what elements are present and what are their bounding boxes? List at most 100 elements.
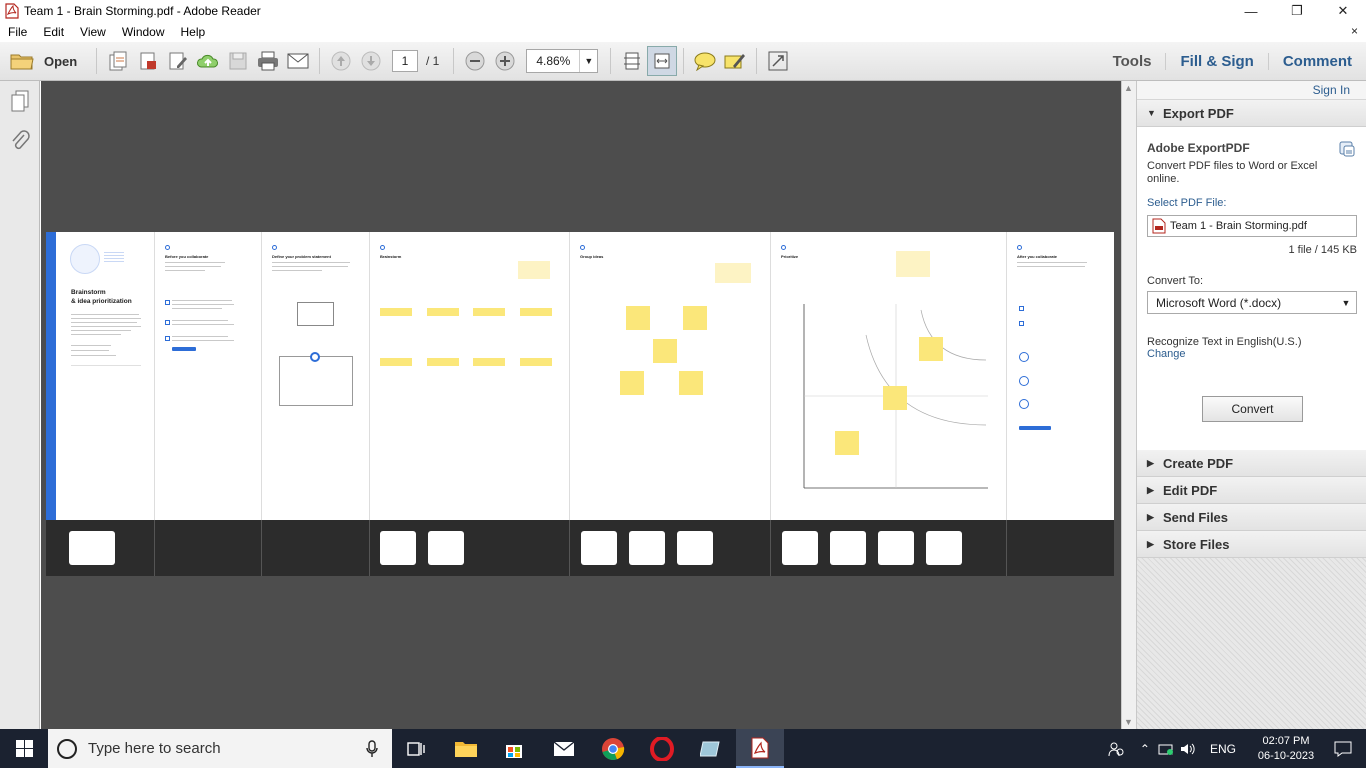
maximize-button[interactable]: ❐ xyxy=(1274,0,1320,22)
microphone-icon[interactable] xyxy=(366,739,378,758)
network-icon[interactable] xyxy=(1158,742,1174,756)
close-document-button[interactable]: × xyxy=(1351,24,1358,38)
selected-file-name: Team 1 - Brain Storming.pdf xyxy=(1170,220,1307,232)
toolbar-separator xyxy=(683,48,685,74)
selected-file-field[interactable]: Team 1 - Brain Storming.pdf xyxy=(1147,215,1357,237)
lightbulb-icon xyxy=(310,352,320,362)
step-dot xyxy=(165,245,170,250)
language-indicator[interactable]: ENG xyxy=(1210,742,1236,756)
printer-icon xyxy=(258,51,278,71)
next-page-button[interactable] xyxy=(356,46,386,76)
highlight-button[interactable] xyxy=(720,46,750,76)
close-button[interactable]: ✕ xyxy=(1320,0,1366,22)
scroll-down-icon[interactable]: ▼ xyxy=(1124,717,1133,727)
footer-thumbnail xyxy=(878,531,914,565)
intro-title-line2: & idea prioritization xyxy=(71,298,132,305)
sticky-note xyxy=(427,308,459,316)
triangle-down-icon: ▼ xyxy=(1147,108,1156,118)
edit-document-button[interactable] xyxy=(163,46,193,76)
store-button[interactable] xyxy=(490,729,538,768)
edit-pdf-header[interactable]: ▶ Edit PDF xyxy=(1137,477,1366,504)
checkbox-graphic xyxy=(165,300,170,305)
text-line xyxy=(172,324,234,325)
menu-file[interactable]: File xyxy=(0,25,35,39)
document-view[interactable]: Brainstorm & idea prioritization Before … xyxy=(41,81,1121,729)
opera-button[interactable] xyxy=(638,729,686,768)
divider xyxy=(71,365,141,366)
fill-sign-pane-button[interactable]: Fill & Sign xyxy=(1165,53,1267,70)
create-pdf-header[interactable]: ▶ Create PDF xyxy=(1137,450,1366,477)
text-line xyxy=(172,308,222,309)
start-button[interactable] xyxy=(0,729,48,768)
text-line xyxy=(71,345,111,346)
sign-in-link[interactable]: Sign In xyxy=(1313,83,1350,97)
divider xyxy=(154,520,155,576)
triangle-right-icon: ▶ xyxy=(1147,538,1154,549)
sticky-note-button[interactable] xyxy=(690,46,720,76)
upload-button[interactable] xyxy=(193,46,223,76)
print-button[interactable] xyxy=(253,46,283,76)
footer-thumbnail xyxy=(782,531,818,565)
file-info: 1 file / 145 KB xyxy=(1288,244,1358,256)
create-pdf-button[interactable] xyxy=(103,46,133,76)
menu-help[interactable]: Help xyxy=(173,25,214,39)
export-service-icon[interactable] xyxy=(1339,141,1355,157)
footer-thumbnail xyxy=(581,531,617,565)
send-files-header[interactable]: ▶ Send Files xyxy=(1137,504,1366,531)
minimize-button[interactable]: — xyxy=(1228,0,1274,22)
pdf-convert-icon xyxy=(140,52,156,70)
brainstorm-logo-icon xyxy=(70,244,100,274)
store-files-header[interactable]: ▶ Store Files xyxy=(1137,531,1366,558)
page-number-input[interactable]: 1 xyxy=(392,50,418,72)
change-language-link[interactable]: Change xyxy=(1147,348,1186,360)
attachments-button[interactable] xyxy=(0,121,40,161)
scroll-up-icon[interactable]: ▲ xyxy=(1124,83,1133,93)
footer-thumbnail xyxy=(69,531,115,565)
previous-page-button[interactable] xyxy=(326,46,356,76)
convert-button[interactable]: Convert xyxy=(1202,396,1303,422)
convert-pdf-button[interactable] xyxy=(133,46,163,76)
menu-edit[interactable]: Edit xyxy=(35,25,72,39)
export-pdf-header[interactable]: ▼ Export PDF xyxy=(1137,100,1366,127)
zoom-in-button[interactable] xyxy=(490,46,520,76)
people-icon[interactable] xyxy=(1108,741,1124,757)
tools-pane-button[interactable]: Tools xyxy=(1099,53,1166,70)
app-button[interactable] xyxy=(687,729,735,768)
clock[interactable]: 02:07 PM 06-10-2023 xyxy=(1246,734,1326,764)
zoom-select[interactable]: 4.86% ▼ xyxy=(526,49,599,73)
page-thumbnails-button[interactable] xyxy=(0,81,40,121)
file-explorer-button[interactable] xyxy=(442,729,490,768)
mail-button[interactable] xyxy=(540,729,588,768)
adobe-reader-taskbar-button[interactable] xyxy=(736,729,784,768)
email-button[interactable] xyxy=(283,46,313,76)
notification-icon[interactable] xyxy=(1334,741,1352,757)
toolbar-separator xyxy=(756,48,758,74)
text-line xyxy=(165,270,205,271)
zoom-out-button[interactable] xyxy=(460,46,490,76)
fit-width-button[interactable] xyxy=(647,46,678,76)
comment-pane-button[interactable]: Comment xyxy=(1267,53,1366,70)
volume-icon[interactable] xyxy=(1180,742,1196,756)
taskbar-search-box[interactable]: Type here to search xyxy=(48,729,392,768)
divider xyxy=(261,520,262,576)
chevron-up-icon[interactable]: ⌃ xyxy=(1140,742,1150,756)
task-view-button[interactable] xyxy=(392,729,440,768)
step-dot xyxy=(380,245,385,250)
strategy-icon xyxy=(1019,352,1029,362)
convert-to-select[interactable]: Microsoft Word (*.docx) ▼ xyxy=(1147,291,1357,314)
create-pdf-label: Create PDF xyxy=(1163,455,1234,471)
fit-page-button[interactable] xyxy=(617,46,647,76)
app-icon xyxy=(700,741,720,756)
menu-view[interactable]: View xyxy=(72,25,114,39)
save-button[interactable] xyxy=(223,46,253,76)
vertical-scrollbar[interactable]: ▲ ▼ xyxy=(1121,81,1136,729)
footer-thumbnail xyxy=(926,531,962,565)
footer-thumbnail xyxy=(629,531,665,565)
open-button[interactable]: Open xyxy=(0,51,90,71)
edit-pdf-label: Edit PDF xyxy=(1163,482,1218,498)
text-line xyxy=(1017,266,1085,267)
full-screen-button[interactable] xyxy=(763,46,793,76)
menu-window[interactable]: Window xyxy=(114,25,173,39)
chrome-button[interactable] xyxy=(589,729,637,768)
chevron-down-icon[interactable]: ▼ xyxy=(579,50,597,72)
